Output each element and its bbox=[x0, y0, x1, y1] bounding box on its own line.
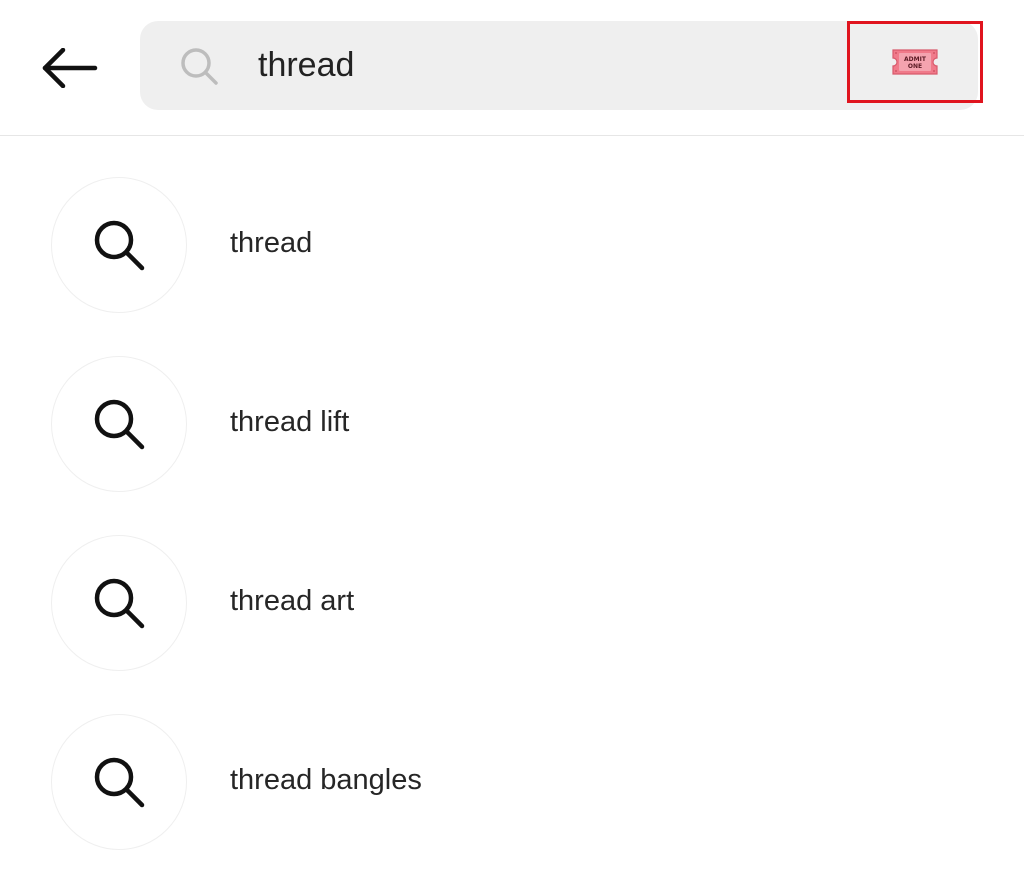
suggestion-icon-circle bbox=[51, 535, 187, 671]
suggestion-item[interactable]: thread bangles bbox=[0, 674, 1024, 850]
suggestion-icon-circle bbox=[51, 177, 187, 313]
back-button[interactable] bbox=[30, 38, 108, 98]
svg-text:ADMIT: ADMIT bbox=[904, 56, 927, 63]
search-header: ADMIT ONE bbox=[0, 0, 1024, 136]
search-icon bbox=[181, 48, 218, 85]
suggestion-label: thread bangles bbox=[230, 764, 422, 796]
search-icon bbox=[94, 757, 145, 808]
arrow-left-icon bbox=[42, 48, 98, 88]
search-icon bbox=[94, 399, 145, 450]
suggestion-item[interactable]: thread bbox=[0, 137, 1024, 313]
suggestion-label: thread lift bbox=[230, 406, 350, 438]
suggestion-icon-circle bbox=[51, 714, 187, 850]
suggestion-label: thread bbox=[230, 227, 313, 259]
search-icon bbox=[94, 578, 145, 629]
suggestion-item[interactable]: thread art bbox=[0, 495, 1024, 671]
search-icon bbox=[94, 220, 145, 271]
suggestion-label: thread art bbox=[230, 585, 355, 617]
svg-text:ONE: ONE bbox=[908, 63, 922, 70]
admit-one-ticket-icon: ADMIT ONE bbox=[892, 49, 938, 75]
ticket-button[interactable]: ADMIT ONE bbox=[847, 21, 983, 103]
suggestion-icon-circle bbox=[51, 356, 187, 492]
search-input[interactable] bbox=[258, 39, 818, 91]
suggestion-item[interactable]: thread lift bbox=[0, 316, 1024, 492]
